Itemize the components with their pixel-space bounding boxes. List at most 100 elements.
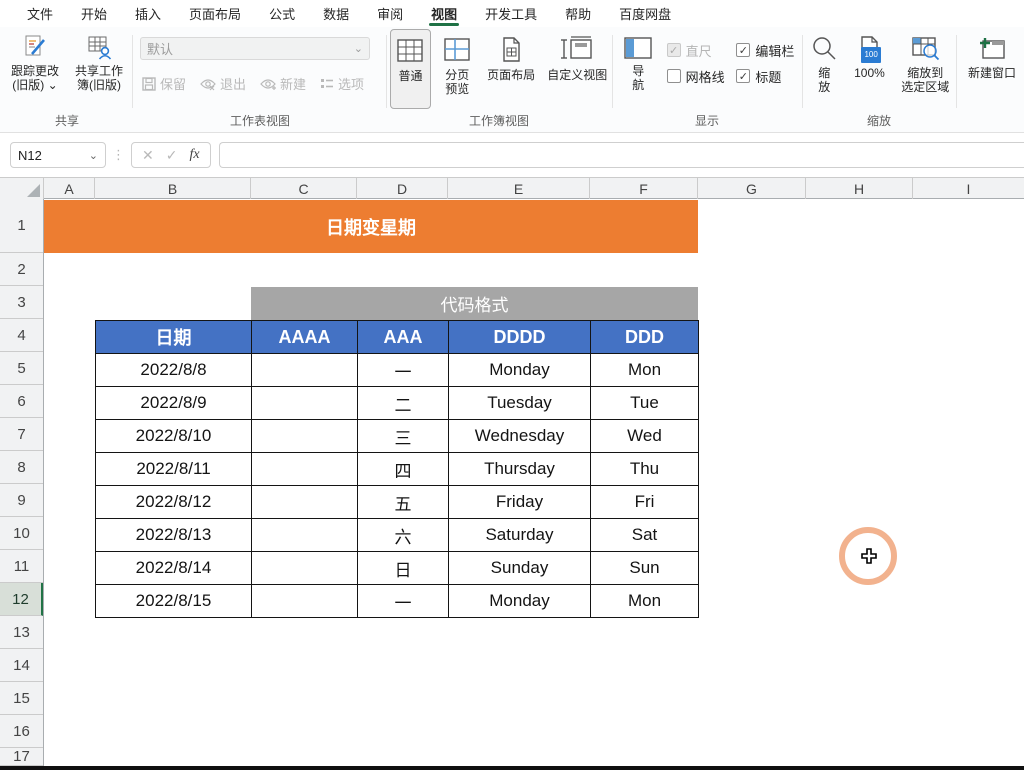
- header-cell-date[interactable]: 日期: [96, 321, 252, 354]
- column-header-f[interactable]: F: [590, 178, 698, 200]
- select-all-button[interactable]: [0, 178, 44, 200]
- row-header-13[interactable]: 13: [0, 616, 43, 649]
- headings-checkbox[interactable]: 标题: [736, 63, 800, 89]
- cell[interactable]: Saturday: [449, 519, 591, 552]
- navigation-button[interactable]: 导 航: [620, 29, 657, 92]
- cell[interactable]: Thursday: [449, 453, 591, 486]
- sheet-view-combo[interactable]: 默认 ⌄: [140, 37, 370, 60]
- row-header-12[interactable]: 12: [0, 583, 43, 616]
- row-header-8[interactable]: 8: [0, 451, 43, 484]
- row-header-10[interactable]: 10: [0, 517, 43, 550]
- cell[interactable]: 2022/8/8: [96, 354, 252, 387]
- row-header-14[interactable]: 14: [0, 649, 43, 682]
- column-header-b[interactable]: B: [95, 178, 251, 200]
- cell[interactable]: Mon: [591, 354, 699, 387]
- cell[interactable]: 一: [358, 585, 449, 618]
- ruler-checkbox[interactable]: 直尺: [667, 37, 727, 63]
- normal-view-button[interactable]: 普通: [390, 29, 431, 109]
- keep-view-button[interactable]: 保留: [142, 74, 186, 93]
- tab-page-layout[interactable]: 页面布局: [176, 0, 254, 27]
- row-header-7[interactable]: 7: [0, 418, 43, 451]
- cell[interactable]: Fri: [591, 486, 699, 519]
- cell[interactable]: [252, 453, 358, 486]
- column-header-d[interactable]: D: [357, 178, 448, 200]
- row-header-1[interactable]: 1: [0, 199, 43, 253]
- new-window-button[interactable]: 新建窗口: [961, 29, 1023, 80]
- column-header-h[interactable]: H: [806, 178, 913, 200]
- cell[interactable]: 2022/8/14: [96, 552, 252, 585]
- zoom-to-selection-button[interactable]: 缩放到 选定区域: [897, 29, 954, 94]
- tab-review[interactable]: 审阅: [364, 0, 416, 27]
- share-workbook-button[interactable]: 共享工作 簿(旧版): [69, 27, 129, 92]
- tab-file[interactable]: 文件: [14, 0, 66, 27]
- header-cell-aaaa[interactable]: AAAA: [252, 321, 358, 354]
- cell[interactable]: 一: [358, 354, 449, 387]
- header-cell-ddd[interactable]: DDD: [591, 321, 699, 354]
- cell[interactable]: Monday: [449, 585, 591, 618]
- row-header-2[interactable]: 2: [0, 253, 43, 286]
- sheet-content[interactable]: 日期变星期 代码格式 日期 AAAA AAA DDDD DDD 2022/8/8…: [44, 199, 1024, 766]
- header-cell-aaa[interactable]: AAA: [358, 321, 449, 354]
- row-header-15[interactable]: 15: [0, 682, 43, 715]
- name-box[interactable]: N12 ⌄: [10, 142, 106, 168]
- insert-function-icon[interactable]: fx: [189, 147, 199, 163]
- page-break-preview-button[interactable]: 分页 预览: [437, 29, 478, 96]
- tab-developer[interactable]: 开发工具: [472, 0, 550, 27]
- row-header-3[interactable]: 3: [0, 286, 43, 319]
- cell[interactable]: 二: [358, 387, 449, 420]
- column-header-c[interactable]: C: [251, 178, 357, 200]
- custom-views-button[interactable]: 自定义视图: [545, 29, 610, 82]
- tab-home[interactable]: 开始: [68, 0, 120, 27]
- cell[interactable]: [252, 420, 358, 453]
- cell[interactable]: Wed: [591, 420, 699, 453]
- cell[interactable]: 2022/8/11: [96, 453, 252, 486]
- cell[interactable]: 2022/8/12: [96, 486, 252, 519]
- cell[interactable]: Wednesday: [449, 420, 591, 453]
- cell[interactable]: [252, 486, 358, 519]
- cell[interactable]: Tuesday: [449, 387, 591, 420]
- cell[interactable]: Monday: [449, 354, 591, 387]
- row-header-16[interactable]: 16: [0, 715, 43, 748]
- zoom-100-button[interactable]: 100 100%: [848, 29, 890, 80]
- gridlines-checkbox[interactable]: 网格线: [667, 63, 727, 89]
- tab-insert[interactable]: 插入: [122, 0, 174, 27]
- cell[interactable]: Sat: [591, 519, 699, 552]
- cell[interactable]: 2022/8/10: [96, 420, 252, 453]
- cell[interactable]: 2022/8/15: [96, 585, 252, 618]
- exit-view-button[interactable]: 退出: [200, 74, 246, 93]
- cell[interactable]: 2022/8/9: [96, 387, 252, 420]
- tab-help[interactable]: 帮助: [552, 0, 604, 27]
- cell[interactable]: [252, 552, 358, 585]
- cell[interactable]: [252, 519, 358, 552]
- formula-input[interactable]: [219, 142, 1024, 168]
- column-header-i[interactable]: I: [913, 178, 1024, 200]
- tab-baidu-netdisk[interactable]: 百度网盘: [606, 0, 684, 27]
- cell[interactable]: Sunday: [449, 552, 591, 585]
- formula-bar-checkbox[interactable]: 编辑栏: [736, 37, 800, 63]
- column-header-e[interactable]: E: [448, 178, 590, 200]
- header-cell-dddd[interactable]: DDDD: [449, 321, 591, 354]
- track-changes-button[interactable]: 跟踪更改 (旧版) ⌄: [5, 27, 65, 92]
- cell[interactable]: Sun: [591, 552, 699, 585]
- tab-data[interactable]: 数据: [310, 0, 362, 27]
- cell[interactable]: 五: [358, 486, 449, 519]
- row-header-6[interactable]: 6: [0, 385, 43, 418]
- row-header-9[interactable]: 9: [0, 484, 43, 517]
- enter-icon[interactable]: ✓: [166, 147, 178, 164]
- row-header-11[interactable]: 11: [0, 550, 43, 583]
- cell[interactable]: 三: [358, 420, 449, 453]
- cell[interactable]: Tue: [591, 387, 699, 420]
- page-layout-view-button[interactable]: 页面布局: [484, 29, 539, 82]
- tab-formulas[interactable]: 公式: [256, 0, 308, 27]
- cell[interactable]: 日: [358, 552, 449, 585]
- zoom-button[interactable]: 缩 放: [806, 29, 842, 94]
- cell[interactable]: Mon: [591, 585, 699, 618]
- column-header-g[interactable]: G: [698, 178, 806, 200]
- cell[interactable]: [252, 354, 358, 387]
- new-view-button[interactable]: 新建: [260, 74, 306, 93]
- view-options-button[interactable]: 选项: [320, 74, 364, 93]
- code-format-banner-cell[interactable]: 代码格式: [251, 287, 698, 320]
- cell[interactable]: 四: [358, 453, 449, 486]
- cell[interactable]: Thu: [591, 453, 699, 486]
- cell[interactable]: 六: [358, 519, 449, 552]
